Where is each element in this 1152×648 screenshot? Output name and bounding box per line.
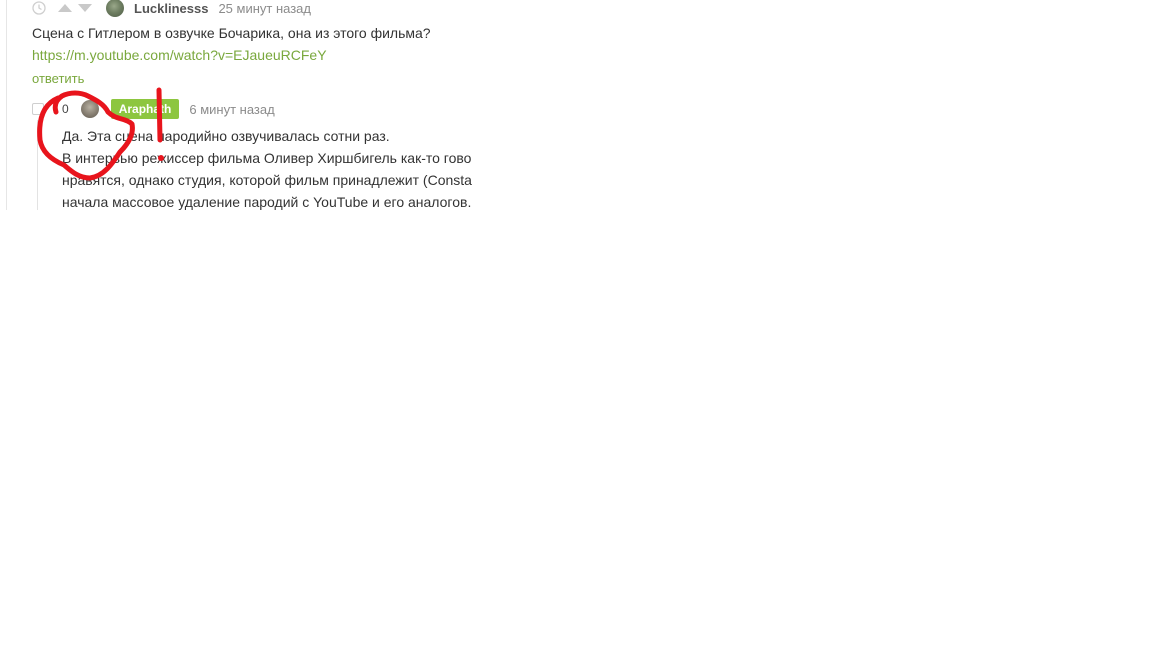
reply-text-line: нравятся, однако студия, которой фильм п… <box>62 172 472 188</box>
reply-text-line: начала массовое удаление пародий с YouTu… <box>62 194 472 210</box>
upvote-icon[interactable] <box>58 4 72 12</box>
reply-thread-line <box>37 120 38 210</box>
comment-timestamp[interactable]: 6 минут назад <box>189 102 274 117</box>
downvote-icon[interactable] <box>78 4 92 12</box>
avatar[interactable] <box>106 0 124 17</box>
comment-text: Сцена с Гитлером в озвучке Бочарика, она… <box>32 25 431 41</box>
thread-border <box>6 0 7 210</box>
comment-header: Lucklinesss 25 минут назад <box>32 0 311 18</box>
reply-button[interactable]: ответить <box>32 69 84 89</box>
reply-comment-header: 0 Araphath 6 минут назад <box>32 99 275 119</box>
reply-text-line: Да. Эта сцена пародийно озвучивалась сот… <box>62 128 390 144</box>
comment-score: 0 <box>62 102 69 116</box>
page: Lucklinesss 25 минут назад Сцена с Гитле… <box>0 0 1152 648</box>
comment-timestamp[interactable]: 25 минут назад <box>218 1 311 16</box>
reply-text-line: В интервью режиссер фильма Оливер Хиршби… <box>62 150 472 166</box>
comments-area: Lucklinesss 25 минут назад Сцена с Гитле… <box>0 0 478 210</box>
avatar[interactable] <box>80 100 99 118</box>
youtube-link[interactable]: https://m.youtube.com/watch?v=EJaueuRCFe… <box>32 44 327 66</box>
comment-username-badge[interactable]: Araphath <box>110 99 180 119</box>
clock-icon <box>32 1 46 15</box>
comment-username[interactable]: Lucklinesss <box>134 1 208 16</box>
